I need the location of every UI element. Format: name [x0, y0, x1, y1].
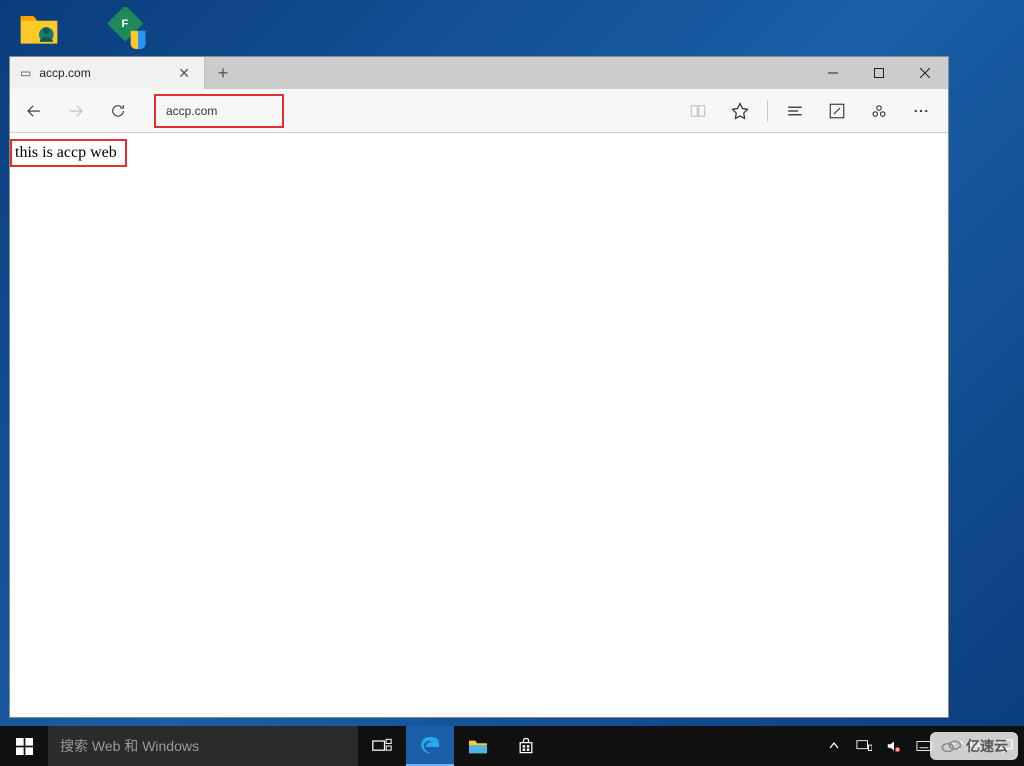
back-button[interactable] — [18, 95, 50, 127]
favorites-button[interactable] — [721, 92, 759, 130]
page-content: this is accp web — [10, 133, 948, 717]
taskbar-search[interactable]: 搜索 Web 和 Windows — [48, 726, 358, 766]
page-icon: ▭ — [20, 66, 31, 80]
taskbar: 搜索 Web 和 Windows 17:39 — [0, 726, 1024, 766]
desktop: F ▭ accp.com ✕ + — [0, 0, 1024, 766]
edge-browser-window: ▭ accp.com ✕ + accp.com — [9, 56, 949, 718]
new-tab-button[interactable]: + — [205, 57, 241, 89]
task-view-button[interactable] — [358, 726, 406, 766]
tab-close-button[interactable]: ✕ — [174, 65, 194, 82]
search-placeholder: 搜索 Web 和 Windows — [60, 736, 199, 756]
taskbar-edge-button[interactable] — [406, 726, 454, 766]
start-button[interactable] — [0, 726, 48, 766]
share-button[interactable] — [860, 92, 898, 130]
reading-view-button[interactable] — [679, 92, 717, 130]
tray-volume-icon[interactable] — [884, 739, 904, 753]
maximize-button[interactable] — [856, 57, 902, 89]
window-controls — [810, 57, 948, 89]
desktop-folder-user-icon[interactable] — [15, 5, 63, 53]
close-window-button[interactable] — [902, 57, 948, 89]
desktop-project-shield-icon[interactable]: F — [103, 5, 151, 53]
more-button[interactable] — [902, 92, 940, 130]
page-body-text: this is accp web — [10, 139, 127, 167]
separator — [767, 100, 768, 122]
desktop-icons: F — [15, 5, 151, 53]
watermark: 亿速云 — [930, 732, 1018, 760]
hub-button[interactable] — [776, 92, 814, 130]
forward-button[interactable] — [60, 95, 92, 127]
tab-spacer — [241, 57, 810, 89]
tray-network-icon[interactable] — [854, 739, 874, 753]
taskbar-store-button[interactable] — [502, 726, 550, 766]
watermark-text: 亿速云 — [966, 736, 1008, 756]
tray-chevron-up-icon[interactable] — [824, 741, 844, 751]
browser-tab[interactable]: ▭ accp.com ✕ — [10, 57, 205, 89]
webnote-button[interactable] — [818, 92, 856, 130]
tab-title: accp.com — [39, 66, 166, 80]
svg-text:F: F — [122, 18, 129, 30]
nav-right — [679, 92, 940, 130]
refresh-button[interactable] — [102, 95, 134, 127]
minimize-button[interactable] — [810, 57, 856, 89]
address-bar[interactable]: accp.com — [154, 94, 284, 128]
address-text: accp.com — [166, 104, 217, 118]
tab-strip: ▭ accp.com ✕ + — [10, 57, 948, 89]
taskbar-explorer-button[interactable] — [454, 726, 502, 766]
nav-bar: accp.com — [10, 89, 948, 133]
